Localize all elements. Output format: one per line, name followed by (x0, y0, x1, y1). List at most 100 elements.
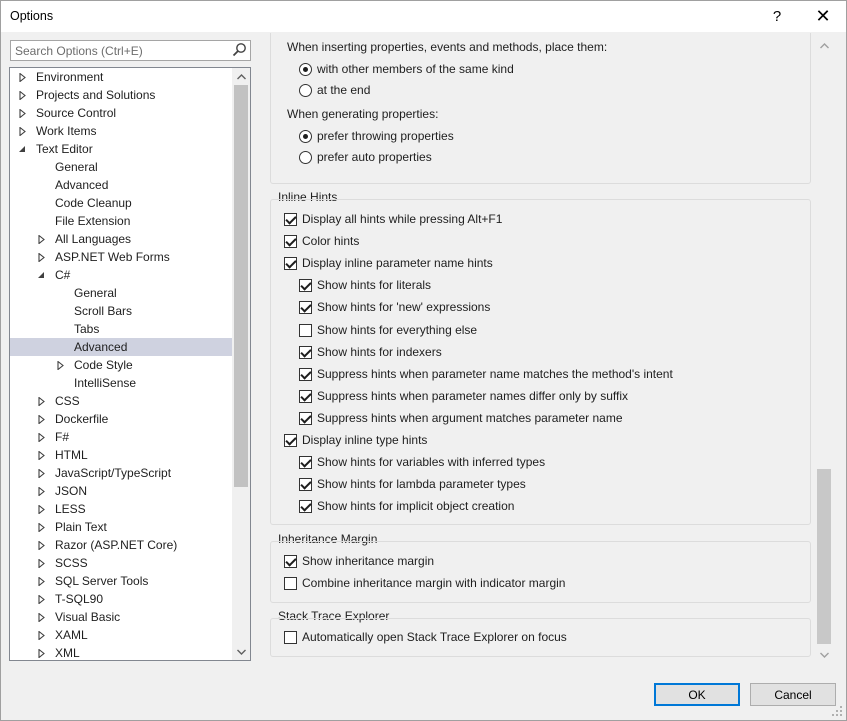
expand-arrow-icon[interactable] (35, 554, 47, 572)
tree-item-label: Visual Basic (55, 610, 121, 624)
option-label: Display inline parameter name hints (302, 256, 493, 271)
expand-arrow-icon[interactable] (35, 590, 47, 608)
checkbox-checked-icon[interactable] (284, 235, 297, 249)
checkbox-checked-icon[interactable] (284, 257, 297, 271)
checkbox-checked-icon[interactable] (299, 301, 312, 315)
checkbox-checked-icon[interactable] (299, 500, 312, 514)
expand-arrow-icon[interactable] (35, 518, 47, 536)
expand-arrow-icon[interactable] (35, 464, 47, 482)
tree-item-code-style[interactable]: Code Style (10, 356, 232, 374)
tree-scrollbar[interactable] (232, 68, 250, 660)
radio-empty-icon[interactable] (299, 84, 312, 97)
tree-item-xaml[interactable]: XAML (10, 626, 232, 644)
tree-item-label: General (55, 160, 98, 174)
help-button[interactable]: ? (754, 1, 800, 32)
expand-arrow-icon[interactable] (54, 356, 66, 374)
close-button[interactable]: ✕ (800, 1, 846, 32)
scroll-up-icon[interactable] (232, 68, 250, 85)
tree-item-projects-and-solutions[interactable]: Projects and Solutions (10, 86, 232, 104)
checkbox-checked-icon[interactable] (299, 367, 312, 381)
checkbox-unchecked-icon[interactable] (299, 323, 312, 337)
search-icon[interactable] (232, 42, 247, 60)
checkbox-checked-icon[interactable] (299, 478, 312, 492)
tree-item-code-cleanup[interactable]: Code Cleanup (10, 194, 232, 212)
tree-item-visual-basic[interactable]: Visual Basic (10, 608, 232, 626)
tree-item-environment[interactable]: Environment (10, 68, 232, 86)
radio-selected-icon[interactable] (299, 63, 312, 76)
scroll-down-icon[interactable] (815, 646, 833, 663)
tree-item-plain-text[interactable]: Plain Text (10, 518, 232, 536)
tree-item-xml[interactable]: XML (10, 644, 232, 660)
expand-arrow-icon[interactable] (35, 500, 47, 518)
expand-arrow-icon[interactable] (35, 248, 47, 266)
radio-selected-icon[interactable] (299, 130, 312, 143)
tree-item-advanced[interactable]: Advanced (10, 176, 232, 194)
checkbox-checked-icon[interactable] (284, 434, 297, 447)
tree-item-intellisense[interactable]: IntelliSense (10, 374, 232, 392)
expand-arrow-icon[interactable] (35, 428, 47, 446)
expand-arrow-icon[interactable] (35, 572, 47, 590)
expand-arrow-icon[interactable] (35, 392, 47, 410)
content-scrollbar[interactable] (815, 37, 833, 663)
tree-item-c[interactable]: C# (10, 266, 232, 284)
tree-item-general[interactable]: General (10, 158, 232, 176)
tree-item-scss[interactable]: SCSS (10, 554, 232, 572)
tree-item-sql-server-tools[interactable]: SQL Server Tools (10, 572, 232, 590)
tree-item-json[interactable]: JSON (10, 482, 232, 500)
cancel-button[interactable]: Cancel (750, 683, 836, 706)
expand-arrow-icon[interactable] (35, 410, 47, 428)
tree-item-scroll-bars[interactable]: Scroll Bars (10, 302, 232, 320)
tree-item-text-editor[interactable]: Text Editor (10, 140, 232, 158)
collapse-arrow-icon[interactable] (16, 140, 28, 158)
tree-item-razor-asp-net-core[interactable]: Razor (ASP.NET Core) (10, 536, 232, 554)
tree-item-work-items[interactable]: Work Items (10, 122, 232, 140)
option-label: Combine inheritance margin with indicato… (302, 576, 566, 590)
checkbox-unchecked-icon[interactable] (284, 577, 297, 590)
expand-arrow-icon[interactable] (16, 122, 28, 140)
checkbox-checked-icon[interactable] (299, 389, 312, 403)
tree-item-asp-net-web-forms[interactable]: ASP.NET Web Forms (10, 248, 232, 266)
checkbox-unchecked-icon[interactable] (284, 631, 297, 644)
expand-arrow-icon[interactable] (35, 482, 47, 500)
option-label: with other members of the same kind (317, 62, 514, 76)
expand-arrow-icon[interactable] (35, 644, 47, 660)
checkbox-checked-icon[interactable] (299, 345, 312, 359)
scroll-down-icon[interactable] (232, 643, 250, 660)
tree-scroll-thumb[interactable] (234, 85, 248, 487)
expand-arrow-icon[interactable] (35, 626, 47, 644)
search-options-input[interactable]: Search Options (Ctrl+E) (10, 40, 251, 61)
expand-arrow-icon[interactable] (16, 86, 28, 104)
tree-item-file-extension[interactable]: File Extension (10, 212, 232, 230)
radio-empty-icon[interactable] (299, 151, 312, 164)
tree-item-tabs[interactable]: Tabs (10, 320, 232, 338)
tree-item-t-sql90[interactable]: T-SQL90 (10, 590, 232, 608)
tree-item-general[interactable]: General (10, 284, 232, 302)
options-tree[interactable]: Environment Projects and Solutions Source … (9, 67, 251, 661)
tree-item-html[interactable]: HTML (10, 446, 232, 464)
tree-item-f[interactable]: F# (10, 428, 232, 446)
scroll-up-icon[interactable] (815, 37, 833, 54)
tree-item-all-languages[interactable]: All Languages (10, 230, 232, 248)
expand-arrow-icon[interactable] (35, 536, 47, 554)
expand-arrow-icon[interactable] (35, 230, 47, 248)
resize-grip-icon[interactable] (831, 705, 843, 717)
tree-item-javascript-typescript[interactable]: JavaScript/TypeScript (10, 464, 232, 482)
tree-item-source-control[interactable]: Source Control (10, 104, 232, 122)
checkbox-checked-icon[interactable] (299, 456, 312, 470)
tree-item-label: XML (55, 646, 80, 660)
content-scroll-thumb[interactable] (817, 469, 831, 644)
tree-item-advanced[interactable]: Advanced (10, 338, 232, 356)
expand-arrow-icon[interactable] (35, 608, 47, 626)
tree-item-dockerfile[interactable]: Dockerfile (10, 410, 232, 428)
collapse-arrow-icon[interactable] (35, 266, 47, 284)
checkbox-checked-icon[interactable] (284, 555, 297, 568)
checkbox-checked-icon[interactable] (299, 279, 312, 293)
expand-arrow-icon[interactable] (35, 446, 47, 464)
expand-arrow-icon[interactable] (16, 104, 28, 122)
checkbox-checked-icon[interactable] (299, 411, 312, 425)
checkbox-checked-icon[interactable] (284, 213, 297, 226)
ok-button[interactable]: OK (654, 683, 740, 706)
tree-item-css[interactable]: CSS (10, 392, 232, 410)
expand-arrow-icon[interactable] (16, 68, 28, 86)
tree-item-less[interactable]: LESS (10, 500, 232, 518)
